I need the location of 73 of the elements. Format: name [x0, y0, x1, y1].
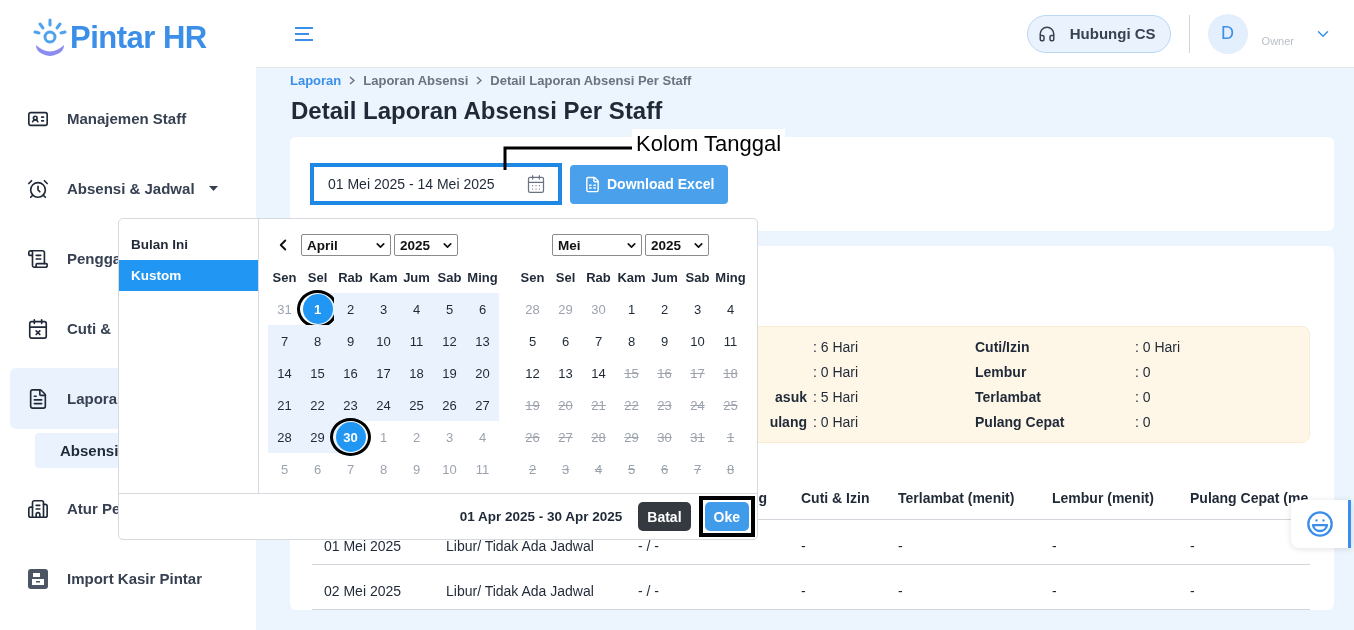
- user-role: Owner: [1261, 34, 1294, 47]
- weekday-label: Sen: [271, 268, 298, 287]
- summary-label: asuk: [775, 389, 807, 405]
- column-header: Cuti & Izin: [801, 489, 870, 506]
- calendar-day: 5: [615, 453, 648, 485]
- weekday-label: Ming: [466, 268, 499, 287]
- calendar-day: 1: [714, 421, 747, 453]
- calendar-day: 17: [681, 357, 714, 389]
- calendar-day: 4: [582, 453, 615, 485]
- column-header: g: [758, 489, 767, 506]
- calendar-day: 15: [615, 357, 648, 389]
- table-cell: -: [1040, 564, 1178, 609]
- calendar-day: 18: [714, 357, 747, 389]
- calendar-day: 2: [516, 453, 549, 485]
- table-cell: - / -: [626, 564, 789, 609]
- summary-value: : 5 Hari: [813, 389, 859, 405]
- table-cell: -: [1178, 564, 1310, 609]
- weekday-label: Rab: [585, 268, 612, 287]
- column-header: Terlambat (menit): [898, 489, 1015, 506]
- calendar-day: 19: [516, 389, 549, 421]
- column-header: Lembur (menit): [1052, 489, 1154, 506]
- summary-value: : 6 Hari: [813, 339, 859, 355]
- table-cell: Libur/ Tidak Ada Jadwal: [434, 564, 626, 609]
- weekday-label: Jum: [650, 268, 679, 287]
- calendar-day: 28: [582, 421, 615, 453]
- table-cell: -: [789, 519, 886, 564]
- weekday-label: Kam: [616, 268, 647, 287]
- weekday-label: Sel: [554, 268, 577, 287]
- weekday-label: Rab: [337, 268, 364, 287]
- calendar-day: 22: [615, 389, 648, 421]
- summary-value: : 0: [1135, 364, 1151, 380]
- weekday-label: Sel: [306, 268, 329, 287]
- calendar-day: 20: [549, 389, 582, 421]
- page-title: Detail Laporan Absensi Per Staff: [291, 97, 664, 125]
- breadcrumb-item: Laporan Absensi: [363, 72, 469, 88]
- calendar-day: 30: [648, 421, 681, 453]
- calendar-day: 8: [714, 453, 747, 485]
- calendar-day: 26: [516, 421, 549, 453]
- summary-value: : 0 Hari: [1135, 339, 1181, 355]
- summary-label: Cuti/Izin: [975, 339, 1030, 355]
- calendar-day: 6: [648, 453, 681, 485]
- table-cell: 02 Mei 2025: [312, 564, 434, 609]
- weekday-label: Sab: [436, 268, 463, 287]
- summary-value: : 0 Hari: [813, 364, 859, 380]
- calendar-day: 31: [681, 421, 714, 453]
- table-cell: -: [886, 564, 1040, 609]
- table-cell: -: [789, 564, 886, 609]
- weekday-label: Jum: [402, 268, 431, 287]
- calendar-day: 25: [714, 389, 747, 421]
- summary-label: Lembur: [975, 364, 1027, 380]
- calendar-day: 21: [582, 389, 615, 421]
- logo-text: Pintar HR: [70, 20, 207, 56]
- callout-label: Kolom Tanggal: [632, 129, 786, 159]
- weekday-label: Ming: [714, 268, 747, 287]
- summary-label: Pulang Cepat: [975, 414, 1065, 430]
- calendar-day: 16: [648, 357, 681, 389]
- weekday-label: Sab: [684, 268, 711, 287]
- table-cell: -: [886, 519, 1040, 564]
- calendar-day: 27: [549, 421, 582, 453]
- weekday-label: Sen: [519, 268, 546, 287]
- table-cell: -: [1040, 519, 1178, 564]
- breadcrumb-item: Detail Laporan Absensi Per Staff: [490, 72, 692, 88]
- calendar-day: 3: [549, 453, 582, 485]
- summary-value: : 0: [1135, 389, 1151, 405]
- summary-value: : 0 Hari: [813, 414, 859, 430]
- calendar-day: 29: [615, 421, 648, 453]
- summary-value: : 0: [1135, 414, 1151, 430]
- summary-label: Terlambat: [975, 389, 1041, 405]
- weekday-label: Kam: [368, 268, 399, 287]
- summary-label: ulang: [769, 414, 807, 430]
- calendar-day: 7: [681, 453, 714, 485]
- calendar-day: 23: [648, 389, 681, 421]
- calendar-day: 24: [681, 389, 714, 421]
